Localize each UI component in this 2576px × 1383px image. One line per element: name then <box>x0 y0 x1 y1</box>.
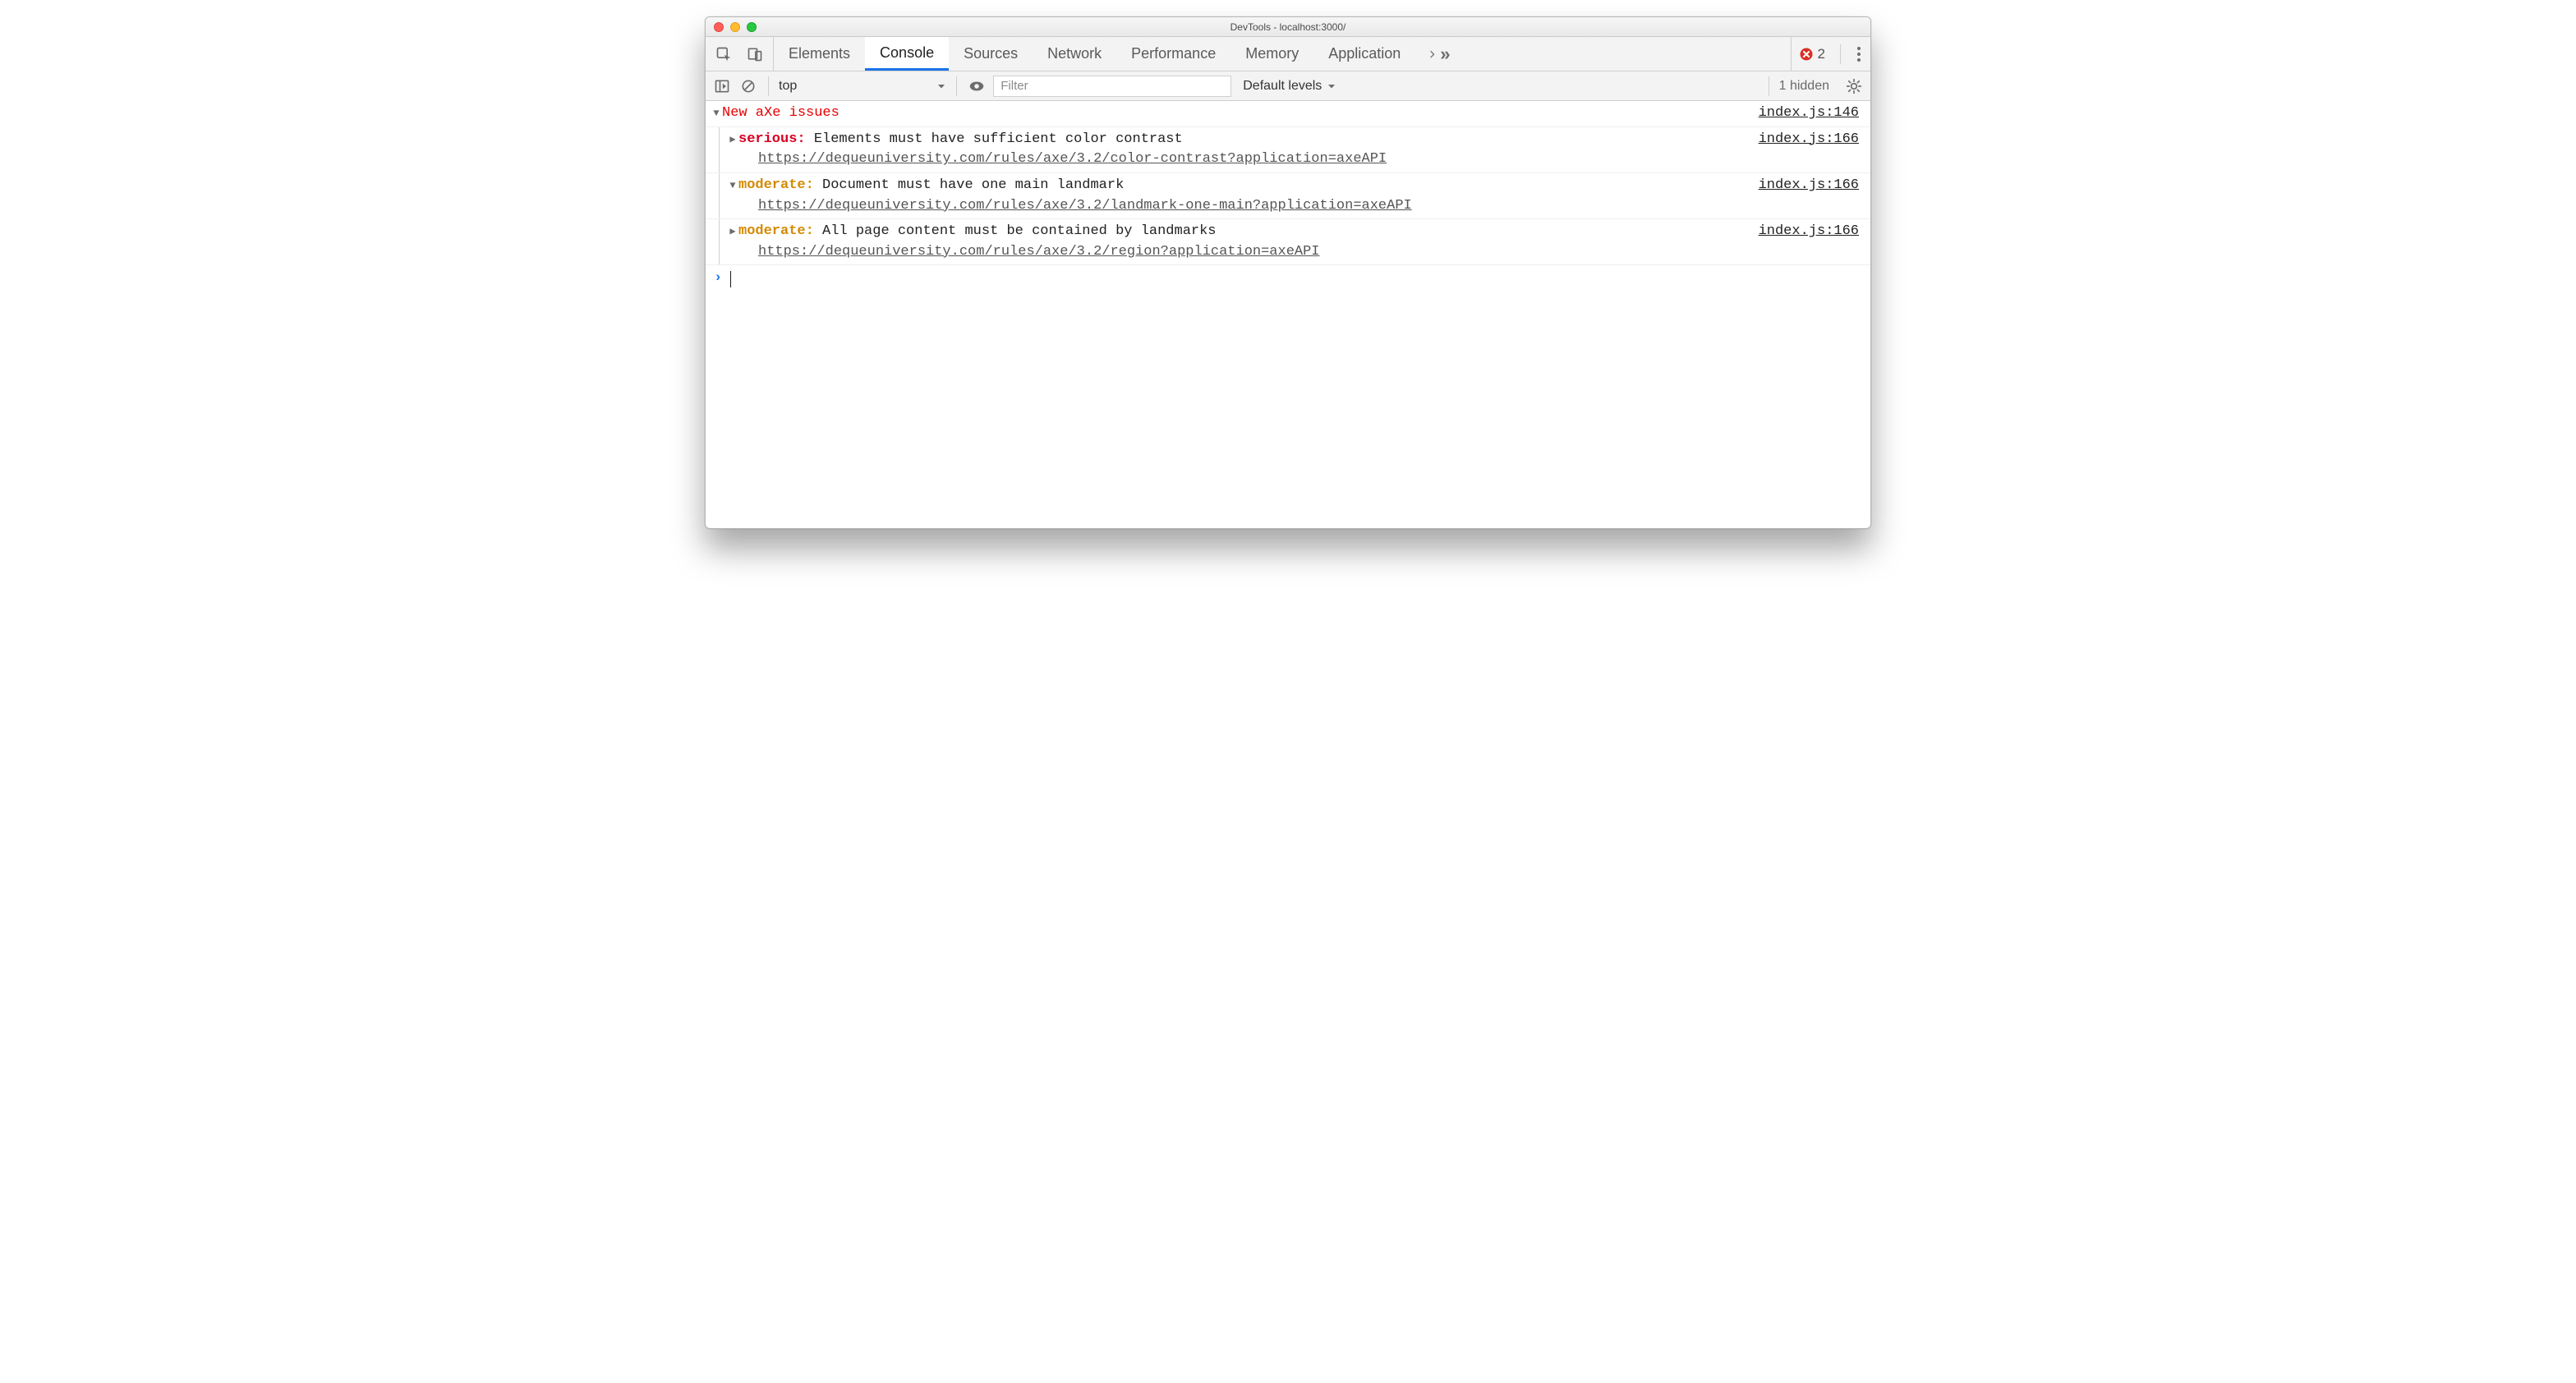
live-expression-icon[interactable] <box>967 76 987 96</box>
error-count-value: 2 <box>1818 46 1825 62</box>
tab-application[interactable]: Application <box>1313 37 1415 71</box>
log-levels-select[interactable]: Default levels <box>1243 79 1336 94</box>
device-toolbar-icon[interactable] <box>745 44 765 64</box>
tab-label: Application <box>1328 45 1401 62</box>
tab-label: Memory <box>1245 45 1299 62</box>
console-settings-icon[interactable] <box>1844 76 1864 96</box>
rule-link[interactable]: https://dequeuniversity.com/rules/axe/3.… <box>758 149 1859 170</box>
window-controls <box>714 22 757 32</box>
source-link[interactable]: index.js:166 <box>1759 222 1859 242</box>
tab-label: Performance <box>1131 45 1216 62</box>
message-text: All page content must be contained by la… <box>822 223 1216 239</box>
rule-link[interactable]: https://dequeuniversity.com/rules/axe/3.… <box>758 242 1859 263</box>
log-levels-label: Default levels <box>1243 79 1322 94</box>
tab-console[interactable]: Console <box>865 37 949 71</box>
console-group-title: New aXe issues <box>722 103 840 124</box>
tab-network[interactable]: Network <box>1033 37 1116 71</box>
console-message[interactable]: ▼ moderate: Document must have one main … <box>706 173 1870 219</box>
message-text: Elements must have sufficient color cont… <box>814 131 1183 147</box>
panel-tabs: Elements Console Sources Network Perform… <box>706 37 1870 71</box>
console-message[interactable]: ▶ serious: Elements must have sufficient… <box>706 127 1870 173</box>
tab-sources[interactable]: Sources <box>949 37 1033 71</box>
console-output: ▼ New aXe issues index.js:146 ▶ serious: <box>706 101 1870 528</box>
console-group-header[interactable]: ▼ New aXe issues index.js:146 <box>706 101 1870 127</box>
error-icon <box>1800 48 1813 61</box>
console-toolbar: top Default levels 1 hidden <box>706 71 1870 101</box>
window-title: DevTools - localhost:3000/ <box>1230 21 1346 33</box>
more-tabs-button[interactable]: » <box>1415 37 1458 71</box>
execution-context-value: top <box>779 79 797 94</box>
severity-label: moderate: <box>738 177 814 193</box>
severity-label: serious: <box>738 131 806 147</box>
tab-memory[interactable]: Memory <box>1230 37 1313 71</box>
tab-label: Sources <box>964 45 1018 62</box>
window-minimize-button[interactable] <box>730 22 740 32</box>
error-count-badge[interactable]: 2 <box>1800 46 1825 62</box>
prompt-caret-icon: › <box>714 269 722 289</box>
source-link[interactable]: index.js:166 <box>1759 130 1859 150</box>
window-close-button[interactable] <box>714 22 724 32</box>
tab-elements[interactable]: Elements <box>774 37 865 71</box>
disclosure-icon[interactable]: ▶ <box>727 130 738 170</box>
disclosure-icon[interactable]: ▼ <box>711 103 722 124</box>
titlebar: DevTools - localhost:3000/ <box>706 17 1870 37</box>
severity-label: moderate: <box>738 223 814 239</box>
source-link[interactable]: index.js:166 <box>1759 176 1859 196</box>
inspect-element-icon[interactable] <box>714 44 734 64</box>
chevron-down-icon <box>1327 81 1336 91</box>
tab-performance[interactable]: Performance <box>1116 37 1230 71</box>
disclosure-icon[interactable]: ▶ <box>727 222 738 262</box>
show-console-sidebar-icon[interactable] <box>712 76 732 96</box>
tab-label: Elements <box>789 45 850 62</box>
window-zoom-button[interactable] <box>747 22 757 32</box>
console-prompt[interactable]: › <box>706 265 1870 301</box>
prompt-cursor <box>730 271 731 287</box>
tab-label: Console <box>880 44 934 62</box>
message-text: Document must have one main landmark <box>822 177 1124 193</box>
rule-link[interactable]: https://dequeuniversity.com/rules/axe/3.… <box>758 196 1859 217</box>
disclosure-icon[interactable]: ▼ <box>727 176 738 216</box>
console-message[interactable]: ▶ moderate: All page content must be con… <box>706 219 1870 265</box>
clear-console-icon[interactable] <box>738 76 758 96</box>
filter-input[interactable] <box>993 76 1231 97</box>
tab-label: Network <box>1047 45 1102 62</box>
hidden-messages-count[interactable]: 1 hidden <box>1779 79 1829 94</box>
execution-context-select[interactable]: top <box>779 79 946 94</box>
settings-kebab-icon[interactable] <box>1856 44 1862 65</box>
chevron-down-icon <box>936 81 946 91</box>
source-link[interactable]: index.js:146 <box>1759 103 1859 124</box>
devtools-window: DevTools - localhost:3000/ Elements Cons… <box>705 16 1871 529</box>
